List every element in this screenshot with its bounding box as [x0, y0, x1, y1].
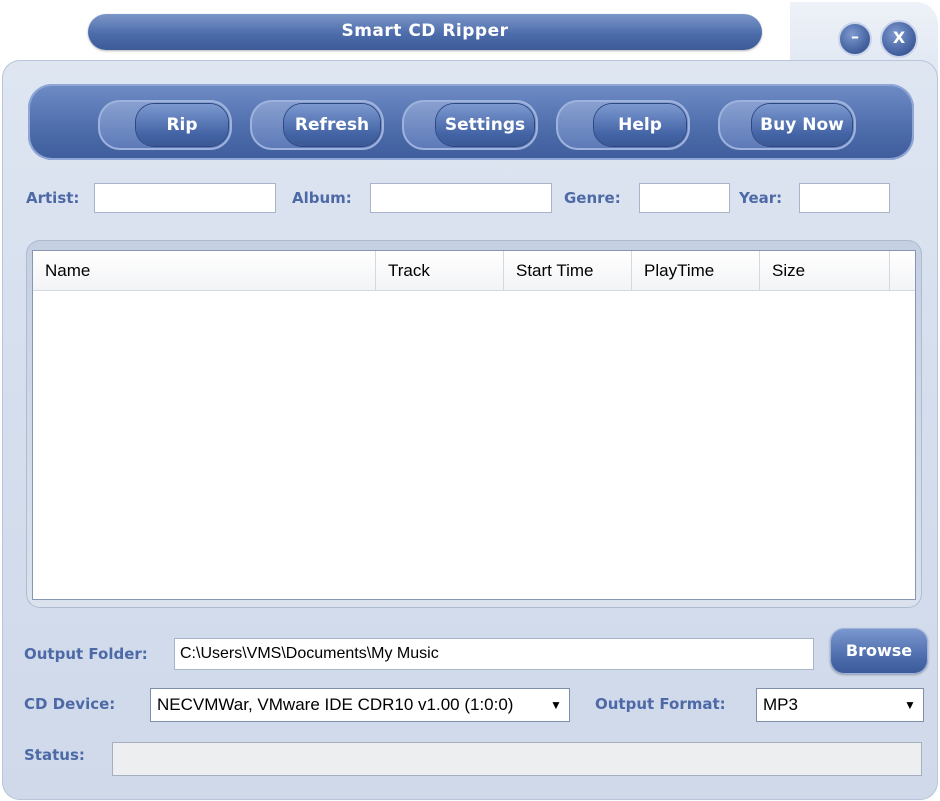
status-label: Status: [24, 746, 85, 764]
cd-device-select[interactable]: NECVMWar, VMware IDE CDR10 v1.00 (1:0:0)… [150, 688, 570, 722]
status-field [112, 742, 922, 776]
close-button[interactable]: X [880, 20, 918, 58]
settings-button-label: Settings [436, 104, 534, 146]
output-format-select[interactable]: MP3 ▼ [756, 688, 924, 722]
chevron-down-icon[interactable]: ▼ [547, 696, 565, 714]
rip-button[interactable]: Rip [98, 100, 232, 150]
column-header-track[interactable]: Track [376, 251, 504, 291]
track-list[interactable]: Name Track Start Time PlayTime Size [32, 250, 916, 600]
artist-field[interactable] [94, 183, 276, 213]
buy-now-button[interactable]: Buy Now [718, 100, 856, 150]
minimize-button[interactable]: – [838, 22, 872, 56]
help-button-label: Help [594, 104, 686, 146]
column-header-filler [890, 251, 915, 291]
title-bar[interactable]: Smart CD Ripper [88, 14, 762, 50]
help-button[interactable]: Help [556, 100, 690, 150]
year-label: Year: [739, 189, 783, 207]
settings-button[interactable]: Settings [402, 100, 538, 150]
rip-button-label: Rip [136, 104, 228, 146]
refresh-button-label: Refresh [284, 104, 380, 146]
cd-device-value: NECVMWar, VMware IDE CDR10 v1.00 (1:0:0) [157, 695, 514, 714]
browse-button[interactable]: Browse [830, 628, 928, 674]
buy-now-button-label: Buy Now [752, 104, 852, 146]
album-label: Album: [292, 189, 352, 207]
year-field[interactable] [799, 183, 890, 213]
refresh-button[interactable]: Refresh [250, 100, 384, 150]
output-folder-field[interactable]: C:\Users\VMS\Documents\My Music [174, 638, 814, 670]
output-folder-label: Output Folder: [24, 645, 148, 663]
artist-label: Artist: [26, 189, 80, 207]
window-title: Smart CD Ripper [341, 21, 509, 41]
album-field[interactable] [370, 183, 552, 213]
column-header-playtime[interactable]: PlayTime [632, 251, 760, 291]
column-header-start-time[interactable]: Start Time [504, 251, 632, 291]
column-header-name[interactable]: Name [33, 251, 376, 291]
output-format-label: Output Format: [595, 695, 726, 713]
chevron-down-icon[interactable]: ▼ [901, 696, 919, 714]
genre-field[interactable] [639, 183, 730, 213]
output-format-value: MP3 [763, 695, 798, 714]
genre-label: Genre: [564, 189, 621, 207]
cd-device-label: CD Device: [24, 695, 116, 713]
column-header-size[interactable]: Size [760, 251, 890, 291]
